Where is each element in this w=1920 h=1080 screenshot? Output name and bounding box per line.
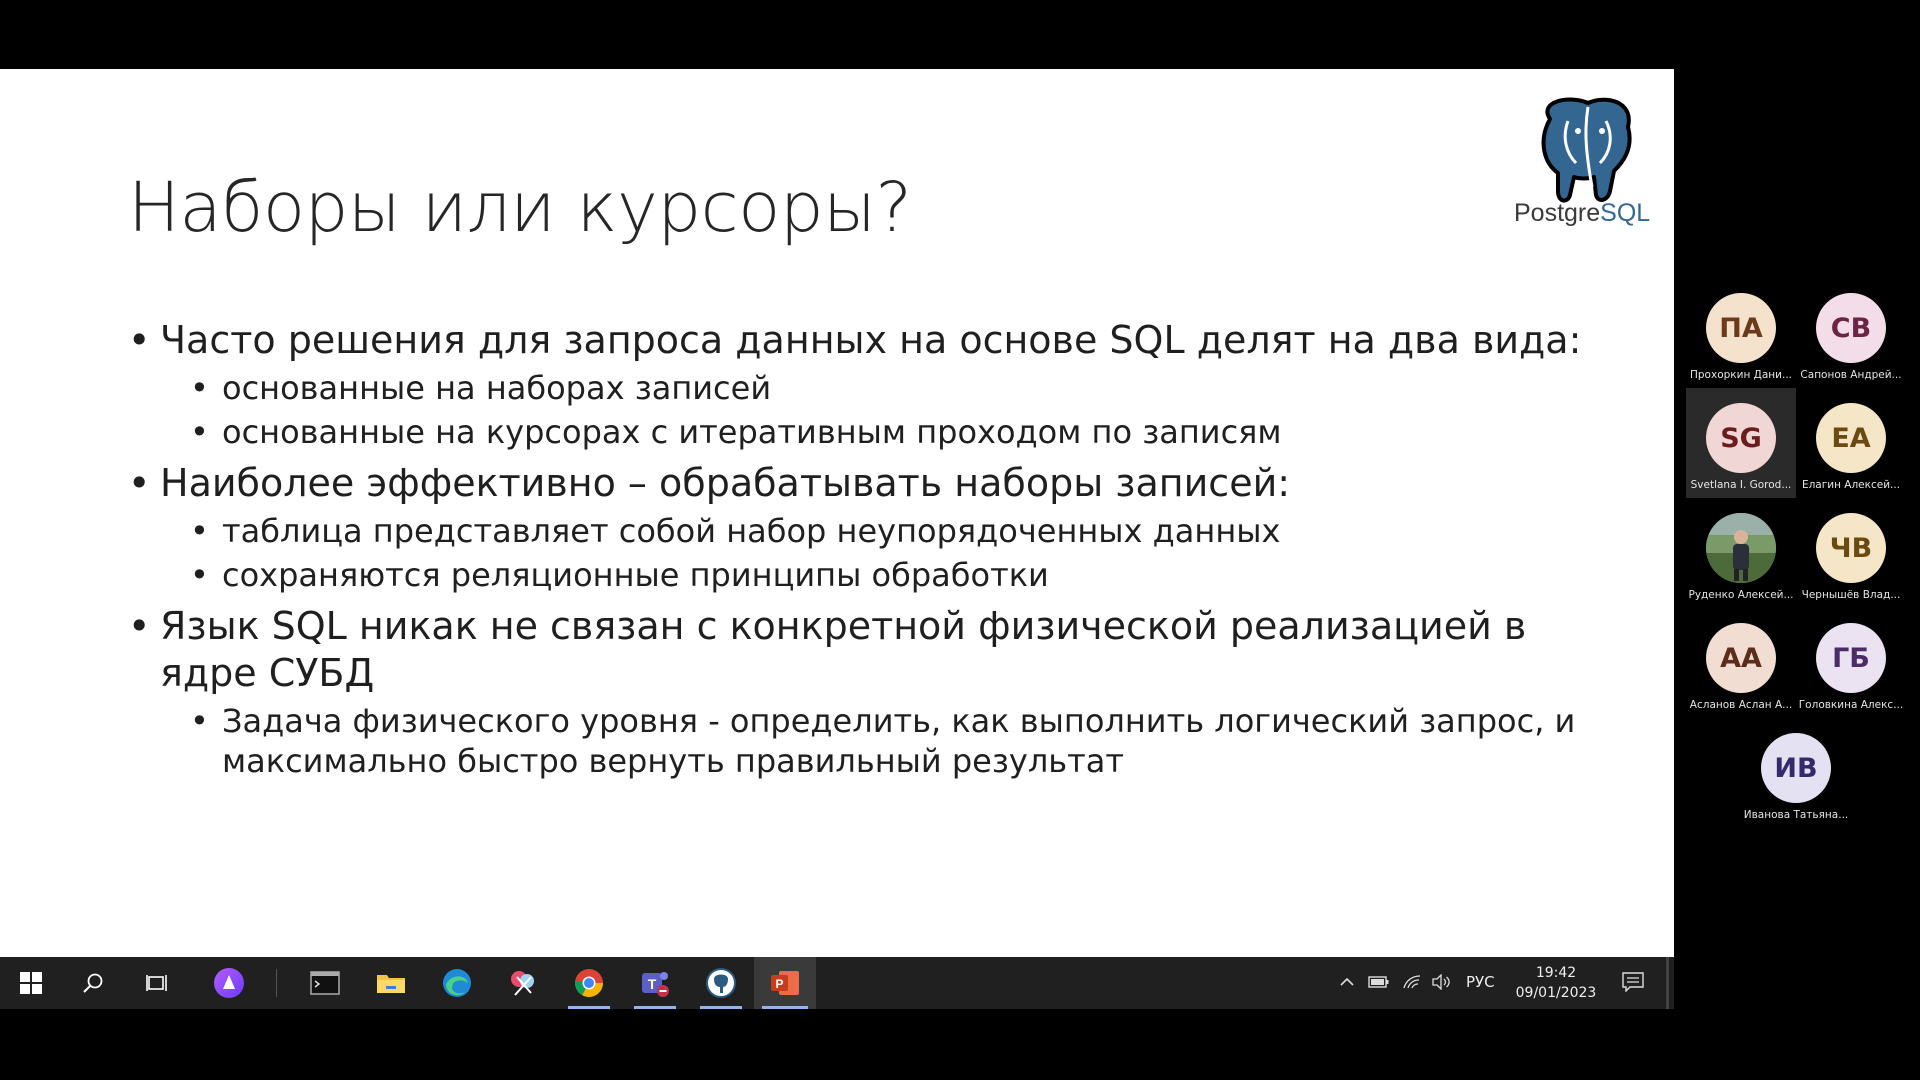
volume-icon[interactable] xyxy=(1430,971,1452,993)
avatar: АА xyxy=(1706,623,1776,693)
notification-center-icon xyxy=(1622,972,1644,992)
elephant-icon xyxy=(706,968,736,998)
participant-tile[interactable]: ЧВ Чернышёв Влад... xyxy=(1796,498,1906,608)
avatar-photo xyxy=(1706,513,1776,583)
participant-name: Асланов Аслан А... xyxy=(1689,699,1793,711)
task-view-button[interactable] xyxy=(128,957,186,1009)
participants-panel: ПА Прохоркин Дани... СВ Сапонов Андрей..… xyxy=(1674,69,1920,1009)
alice-assistant-icon xyxy=(214,968,244,998)
teams-icon: T xyxy=(642,972,669,997)
participant-tile[interactable]: Руденко Алексей... xyxy=(1686,498,1796,608)
show-desktop-button[interactable] xyxy=(1666,957,1669,1009)
snipping-app[interactable] xyxy=(494,957,552,1009)
postgresql-logo-text: PostgreSQL xyxy=(1514,199,1650,228)
windows-taskbar: T P РУС 19:42 09/01/2023 xyxy=(0,957,1674,1009)
participant-name: Головкина Алекс... xyxy=(1798,699,1904,711)
slide-title: Наборы или курсоры? xyxy=(128,168,912,248)
bullet-level2: основанные на курсорах с итеративным про… xyxy=(128,412,1608,452)
assistant-button[interactable] xyxy=(200,957,258,1009)
bullet-level2: сохраняются реляционные принципы обработ… xyxy=(128,555,1608,595)
bullet-level1: Наиболее эффективно – обрабатывать набор… xyxy=(128,460,1608,507)
avatar: SG xyxy=(1706,403,1776,473)
edge-app[interactable] xyxy=(428,957,486,1009)
show-hidden-icons-button[interactable] xyxy=(1336,971,1358,993)
participant-tile[interactable]: СВ Сапонов Андрей... xyxy=(1796,278,1906,388)
bullet-level1: Язык SQL никак не связан с конкретной фи… xyxy=(128,603,1608,697)
clock[interactable]: 19:42 09/01/2023 xyxy=(1508,963,1604,1003)
svg-text:P: P xyxy=(775,977,783,991)
participant-tile[interactable]: ПА Прохоркин Дани... xyxy=(1686,278,1796,388)
slide-bullet-list: Часто решения для запроса данных на осно… xyxy=(128,317,1608,781)
participant-tile[interactable]: ГБ Головкина Алекс... xyxy=(1796,608,1906,718)
powerpoint-icon: P xyxy=(771,971,799,995)
input-language-indicator[interactable]: РУС xyxy=(1466,973,1495,991)
pgadmin-app[interactable] xyxy=(692,957,750,1009)
participant-tile-speaking[interactable]: SG Svetlana I. Gorod... xyxy=(1686,388,1796,498)
chrome-icon xyxy=(575,969,603,997)
wifi-icon-shape xyxy=(1403,975,1421,989)
presentation-slide: Наборы или курсоры? PostgreSQL Часто реш… xyxy=(0,69,1674,957)
participant-tile[interactable]: АА Асланов Аслан А... xyxy=(1686,608,1796,718)
svg-text:T: T xyxy=(648,976,657,992)
screen: Наборы или курсоры? PostgreSQL Часто реш… xyxy=(0,0,1920,1080)
battery-icon-shape xyxy=(1368,976,1389,988)
bullet-level2: основанные на наборах записей xyxy=(128,368,1608,408)
speaker-icon xyxy=(1432,974,1450,990)
start-button[interactable] xyxy=(2,957,60,1009)
participant-name: Прохоркин Дани... xyxy=(1690,369,1792,381)
participant-name: Svetlana I. Gorod... xyxy=(1690,479,1792,491)
chrome-app[interactable] xyxy=(560,957,618,1009)
logo-text-suffix: SQL xyxy=(1600,199,1651,227)
bullet-level2: таблица представляет собой набор неупоря… xyxy=(128,511,1608,551)
windows-logo-icon xyxy=(20,972,42,994)
edge-icon xyxy=(443,969,471,997)
search-button[interactable] xyxy=(64,957,122,1009)
participant-name: Сапонов Андрей... xyxy=(1800,369,1902,381)
task-view-icon xyxy=(146,975,167,991)
logo-text-prefix: Postgre xyxy=(1514,199,1601,227)
terminal-app[interactable] xyxy=(296,957,354,1009)
avatar: ЕА xyxy=(1816,403,1886,473)
participant-name: Иванова Татьяна... xyxy=(1743,809,1849,821)
notifications-button[interactable] xyxy=(1620,971,1646,993)
person-photo-icon xyxy=(1706,513,1776,583)
teams-app[interactable]: T xyxy=(626,957,684,1009)
participant-tile[interactable]: ИВ Иванова Татьяна... xyxy=(1741,718,1851,828)
search-icon xyxy=(83,973,103,993)
participant-name: Руденко Алексей... xyxy=(1688,589,1794,601)
chevron-up-icon xyxy=(1340,977,1354,986)
terminal-icon xyxy=(310,971,340,995)
bullet-level2: Задача физического уровня - определить, … xyxy=(128,701,1608,781)
battery-icon[interactable] xyxy=(1368,971,1390,993)
avatar: ГБ xyxy=(1816,623,1886,693)
snip-icon xyxy=(511,971,534,996)
avatar: ИВ xyxy=(1761,733,1831,803)
powerpoint-app[interactable]: P xyxy=(754,957,816,1009)
avatar: ЧВ xyxy=(1816,513,1886,583)
folder-icon xyxy=(377,975,405,993)
file-explorer-app[interactable] xyxy=(362,957,420,1009)
bullet-level1: Часто решения для запроса данных на осно… xyxy=(128,317,1608,364)
avatar: ПА xyxy=(1706,293,1776,363)
wifi-icon[interactable] xyxy=(1401,971,1423,993)
participant-name: Елагин Алексей... xyxy=(1801,479,1901,491)
clock-time: 19:42 xyxy=(1535,965,1577,981)
avatar: СВ xyxy=(1816,293,1886,363)
participant-tile[interactable]: ЕА Елагин Алексей... xyxy=(1796,388,1906,498)
clock-date: 09/01/2023 xyxy=(1515,985,1597,1001)
participant-name: Чернышёв Влад... xyxy=(1801,589,1901,601)
